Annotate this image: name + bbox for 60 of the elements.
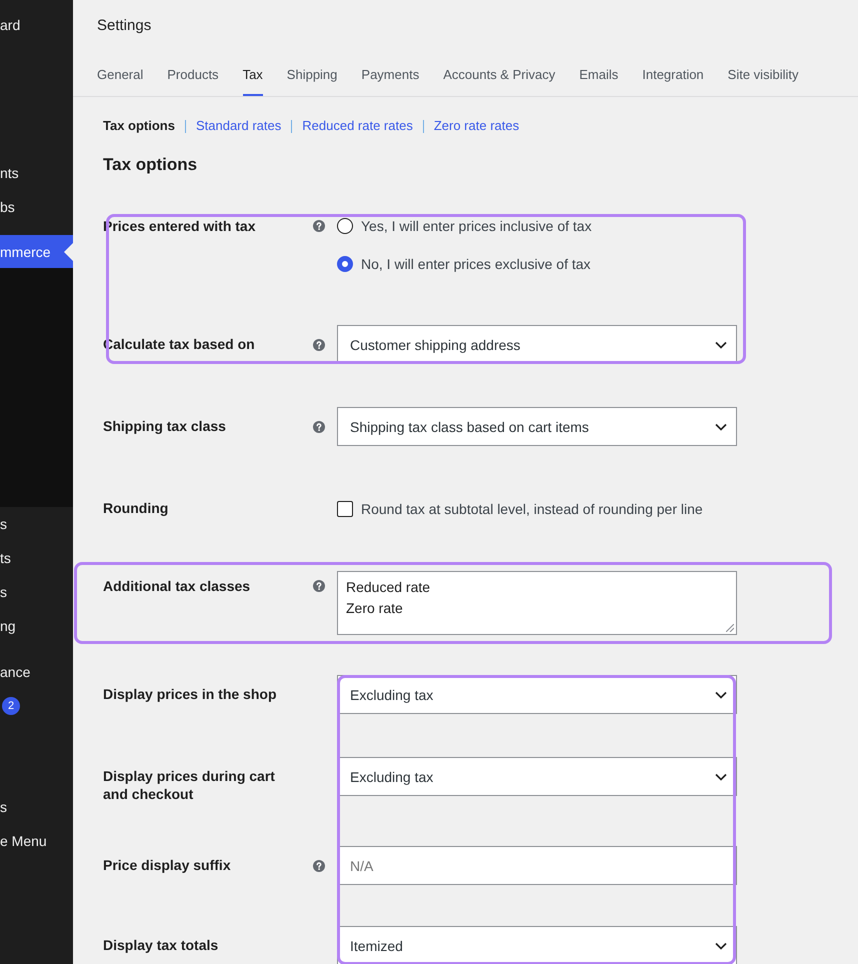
- menu-item[interactable]: ng: [0, 609, 73, 643]
- field-label: Display tax totals: [103, 936, 218, 954]
- tab[interactable]: Emails: [579, 54, 618, 96]
- radio-label: No, I will enter prices exclusive of tax: [361, 256, 591, 272]
- menu-item[interactable]: e Menu: [0, 824, 73, 858]
- subnav-link[interactable]: Tax options: [103, 117, 175, 135]
- menu-item[interactable]: 2: [0, 689, 73, 723]
- section-heading: Tax options: [103, 154, 198, 176]
- tab[interactable]: Shipping: [286, 54, 338, 96]
- help-icon[interactable]: [313, 420, 325, 432]
- text-input[interactable]: N/A: [337, 846, 737, 885]
- menu-item[interactable]: mmerce: [0, 235, 73, 268]
- dropdown[interactable]: Itemized: [337, 926, 737, 964]
- help-icon[interactable]: [313, 220, 325, 232]
- field-label: Shipping tax class: [103, 417, 226, 435]
- tab[interactable]: Payments: [361, 54, 420, 96]
- tab[interactable]: Site visibility: [728, 54, 798, 96]
- menu-item[interactable]: bs: [0, 190, 73, 224]
- count-badge: 2: [2, 697, 20, 715]
- chevron-down-icon: [715, 942, 727, 950]
- chevron-down-icon: [715, 340, 727, 348]
- tab[interactable]: Tax: [242, 54, 263, 96]
- menu-item[interactable]: s: [0, 790, 73, 824]
- menu-item[interactable]: s: [0, 507, 73, 541]
- dropdown[interactable]: Excluding tax: [337, 757, 737, 796]
- radio-button[interactable]: [337, 256, 353, 272]
- chevron-down-icon: [715, 422, 727, 430]
- page-title: Settings: [97, 17, 152, 35]
- field-label: Rounding: [103, 499, 168, 517]
- chevron-down-icon: [715, 690, 727, 698]
- subnav-link[interactable]: Reduced rate rates: [302, 117, 413, 135]
- dropdown[interactable]: Customer shipping address: [337, 325, 737, 364]
- help-icon[interactable]: [313, 338, 325, 350]
- field-label: Display prices during cart and checkout: [103, 767, 276, 803]
- radio-button[interactable]: [337, 218, 353, 234]
- tab[interactable]: General: [97, 54, 144, 96]
- menu-item[interactable]: ance: [0, 655, 73, 689]
- field-label: Price display suffix: [103, 856, 231, 874]
- menu-item[interactable]: s: [0, 575, 73, 609]
- subnav-link[interactable]: Zero rate rates: [434, 117, 520, 135]
- field-label: Additional tax classes: [103, 577, 250, 595]
- tab[interactable]: Accounts & Privacy: [443, 54, 556, 96]
- checkbox[interactable]: [337, 500, 353, 516]
- subnav-link[interactable]: Standard rates: [196, 117, 282, 135]
- checkbox-label: Round tax at subtotal level, instead of rounding per line: [361, 500, 703, 516]
- help-icon[interactable]: [313, 860, 325, 872]
- dropdown[interactable]: Excluding tax: [337, 675, 737, 714]
- tab[interactable]: Integration: [642, 54, 704, 96]
- tab[interactable]: Products: [167, 54, 219, 96]
- chevron-down-icon: [715, 772, 727, 780]
- resize-handle-icon: [726, 624, 734, 632]
- textarea-field[interactable]: Reduced rate Zero rate: [337, 571, 737, 635]
- menu-item[interactable]: ts: [0, 541, 73, 575]
- menu-item[interactable]: ard: [0, 8, 73, 42]
- help-icon[interactable]: [313, 580, 325, 592]
- menu-item[interactable]: nts: [0, 156, 73, 190]
- dropdown[interactable]: Shipping tax class based on cart items: [337, 407, 737, 446]
- field-label: Calculate tax based on: [103, 335, 255, 353]
- radio-label: Yes, I will enter prices inclusive of tax: [361, 218, 592, 234]
- field-label: Display prices in the shop: [103, 685, 276, 703]
